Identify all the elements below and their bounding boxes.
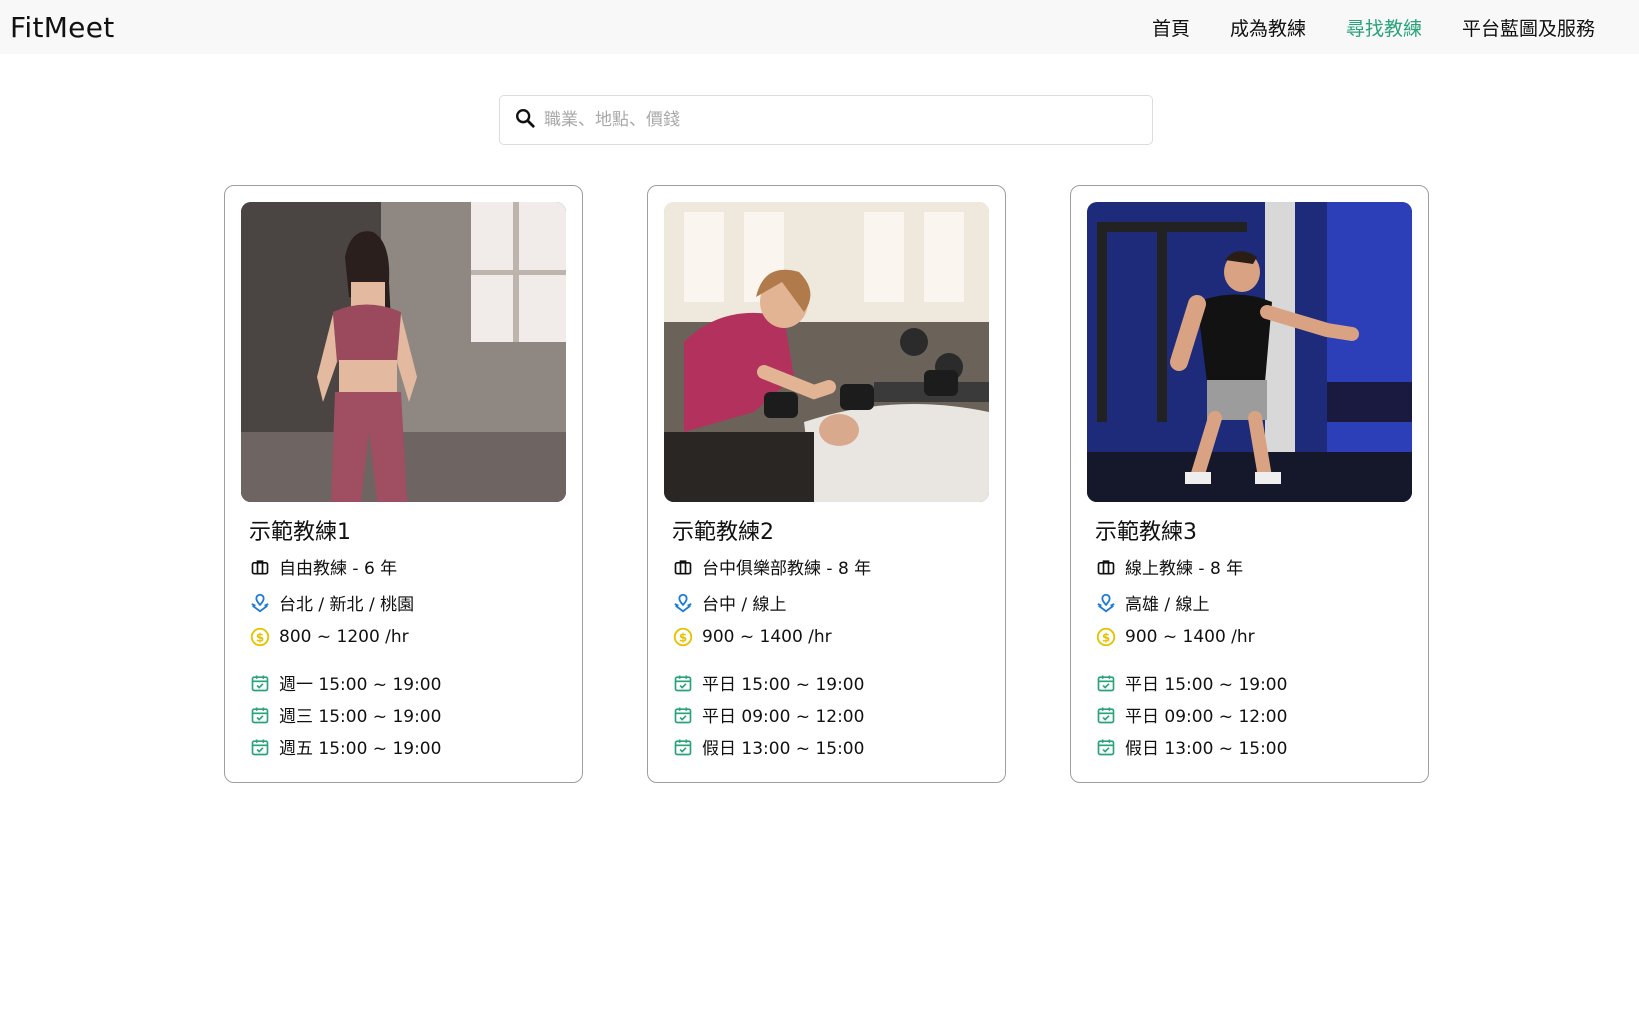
search-input[interactable] bbox=[544, 110, 1124, 130]
calendar-check-icon bbox=[672, 672, 694, 694]
nav-find-coach[interactable]: 尋找教練 bbox=[1346, 14, 1422, 41]
schedule-text: 週五 15:00 ~ 19:00 bbox=[279, 739, 442, 759]
schedule-text: 週三 15:00 ~ 19:00 bbox=[279, 707, 442, 727]
coach-location-text: 高雄 / 線上 bbox=[1125, 595, 1210, 615]
coach-name: 示範教練2 bbox=[672, 520, 774, 545]
coach-job-text: 台中俱樂部教練 - 8 年 bbox=[702, 559, 872, 579]
coach-job: 自由教練 - 6 年 bbox=[249, 554, 397, 579]
location-pin-icon bbox=[1095, 592, 1117, 614]
location-pin-icon bbox=[672, 592, 694, 614]
coach-price: $ 900 ~ 1400 /hr bbox=[672, 626, 832, 648]
schedule-item: 平日 15:00 ~ 19:00 bbox=[1095, 670, 1287, 695]
schedule-text: 假日 13:00 ~ 15:00 bbox=[1125, 739, 1288, 759]
coach-location: 台中 / 線上 bbox=[672, 590, 787, 615]
coach-price: $ 900 ~ 1400 /hr bbox=[1095, 626, 1255, 648]
search-bar[interactable] bbox=[499, 95, 1153, 145]
calendar-check-icon bbox=[672, 736, 694, 758]
schedule-item: 平日 09:00 ~ 12:00 bbox=[672, 702, 864, 727]
dollar-coin-icon: $ bbox=[1095, 626, 1117, 648]
coach-name: 示範教練1 bbox=[249, 520, 351, 545]
coach-photo bbox=[664, 202, 989, 502]
coach-job-text: 線上教練 - 8 年 bbox=[1125, 559, 1244, 579]
svg-text:$: $ bbox=[1102, 631, 1110, 645]
schedule-text: 平日 09:00 ~ 12:00 bbox=[1125, 707, 1288, 727]
briefcase-icon bbox=[672, 556, 694, 578]
dollar-coin-icon: $ bbox=[672, 626, 694, 648]
calendar-check-icon bbox=[249, 736, 271, 758]
navbar: FitMeet 首頁 成為教練 尋找教練 平台藍圖及服務 bbox=[0, 0, 1639, 54]
coach-job: 台中俱樂部教練 - 8 年 bbox=[672, 554, 871, 579]
nav-become-coach[interactable]: 成為教練 bbox=[1230, 14, 1306, 41]
coach-location: 高雄 / 線上 bbox=[1095, 590, 1210, 615]
coach-photo bbox=[241, 202, 566, 502]
schedule-text: 平日 15:00 ~ 19:00 bbox=[702, 675, 865, 695]
schedule-item: 週五 15:00 ~ 19:00 bbox=[249, 734, 441, 759]
calendar-check-icon bbox=[1095, 672, 1117, 694]
search-icon bbox=[514, 107, 536, 133]
schedule-item: 平日 15:00 ~ 19:00 bbox=[672, 670, 864, 695]
brand-logo[interactable]: FitMeet bbox=[10, 11, 115, 44]
schedule-text: 平日 15:00 ~ 19:00 bbox=[1125, 675, 1288, 695]
schedule-item: 週三 15:00 ~ 19:00 bbox=[249, 702, 441, 727]
coach-card[interactable]: 示範教練3 線上教練 - 8 年 高雄 / 線上 $ 900 ~ 1400 /h… bbox=[1070, 185, 1429, 783]
coach-job-text: 自由教練 - 6 年 bbox=[279, 559, 398, 579]
calendar-check-icon bbox=[249, 704, 271, 726]
schedule-item: 週一 15:00 ~ 19:00 bbox=[249, 670, 441, 695]
coach-location-text: 台北 / 新北 / 桃園 bbox=[279, 595, 415, 615]
svg-text:$: $ bbox=[679, 631, 687, 645]
svg-text:$: $ bbox=[256, 631, 264, 645]
coach-photo bbox=[1087, 202, 1412, 502]
calendar-check-icon bbox=[1095, 736, 1117, 758]
coach-price-text: 900 ~ 1400 /hr bbox=[702, 627, 832, 647]
nav-platform[interactable]: 平台藍圖及服務 bbox=[1462, 14, 1595, 41]
schedule-item: 平日 09:00 ~ 12:00 bbox=[1095, 702, 1287, 727]
schedule-text: 平日 09:00 ~ 12:00 bbox=[702, 707, 865, 727]
schedule-item: 假日 13:00 ~ 15:00 bbox=[672, 734, 864, 759]
schedule-text: 週一 15:00 ~ 19:00 bbox=[279, 675, 442, 695]
coach-card[interactable]: 示範教練1 自由教練 - 6 年 台北 / 新北 / 桃園 $ 800 ~ 12… bbox=[224, 185, 583, 783]
calendar-check-icon bbox=[249, 672, 271, 694]
coach-price-text: 800 ~ 1200 /hr bbox=[279, 627, 409, 647]
coach-list: 示範教練1 自由教練 - 6 年 台北 / 新北 / 桃園 $ 800 ~ 12… bbox=[224, 185, 1429, 783]
coach-name: 示範教練3 bbox=[1095, 520, 1197, 545]
briefcase-icon bbox=[1095, 556, 1117, 578]
briefcase-icon bbox=[249, 556, 271, 578]
coach-job: 線上教練 - 8 年 bbox=[1095, 554, 1243, 579]
calendar-check-icon bbox=[672, 704, 694, 726]
location-pin-icon bbox=[249, 592, 271, 614]
nav-home[interactable]: 首頁 bbox=[1152, 14, 1190, 41]
calendar-check-icon bbox=[1095, 704, 1117, 726]
schedule-text: 假日 13:00 ~ 15:00 bbox=[702, 739, 865, 759]
coach-price-text: 900 ~ 1400 /hr bbox=[1125, 627, 1255, 647]
coach-location: 台北 / 新北 / 桃園 bbox=[249, 590, 414, 615]
coach-price: $ 800 ~ 1200 /hr bbox=[249, 626, 409, 648]
coach-location-text: 台中 / 線上 bbox=[702, 595, 787, 615]
nav-menu: 首頁 成為教練 尋找教練 平台藍圖及服務 bbox=[1152, 14, 1595, 41]
coach-card[interactable]: 示範教練2 台中俱樂部教練 - 8 年 台中 / 線上 $ 900 ~ 1400… bbox=[647, 185, 1006, 783]
dollar-coin-icon: $ bbox=[249, 626, 271, 648]
schedule-item: 假日 13:00 ~ 15:00 bbox=[1095, 734, 1287, 759]
